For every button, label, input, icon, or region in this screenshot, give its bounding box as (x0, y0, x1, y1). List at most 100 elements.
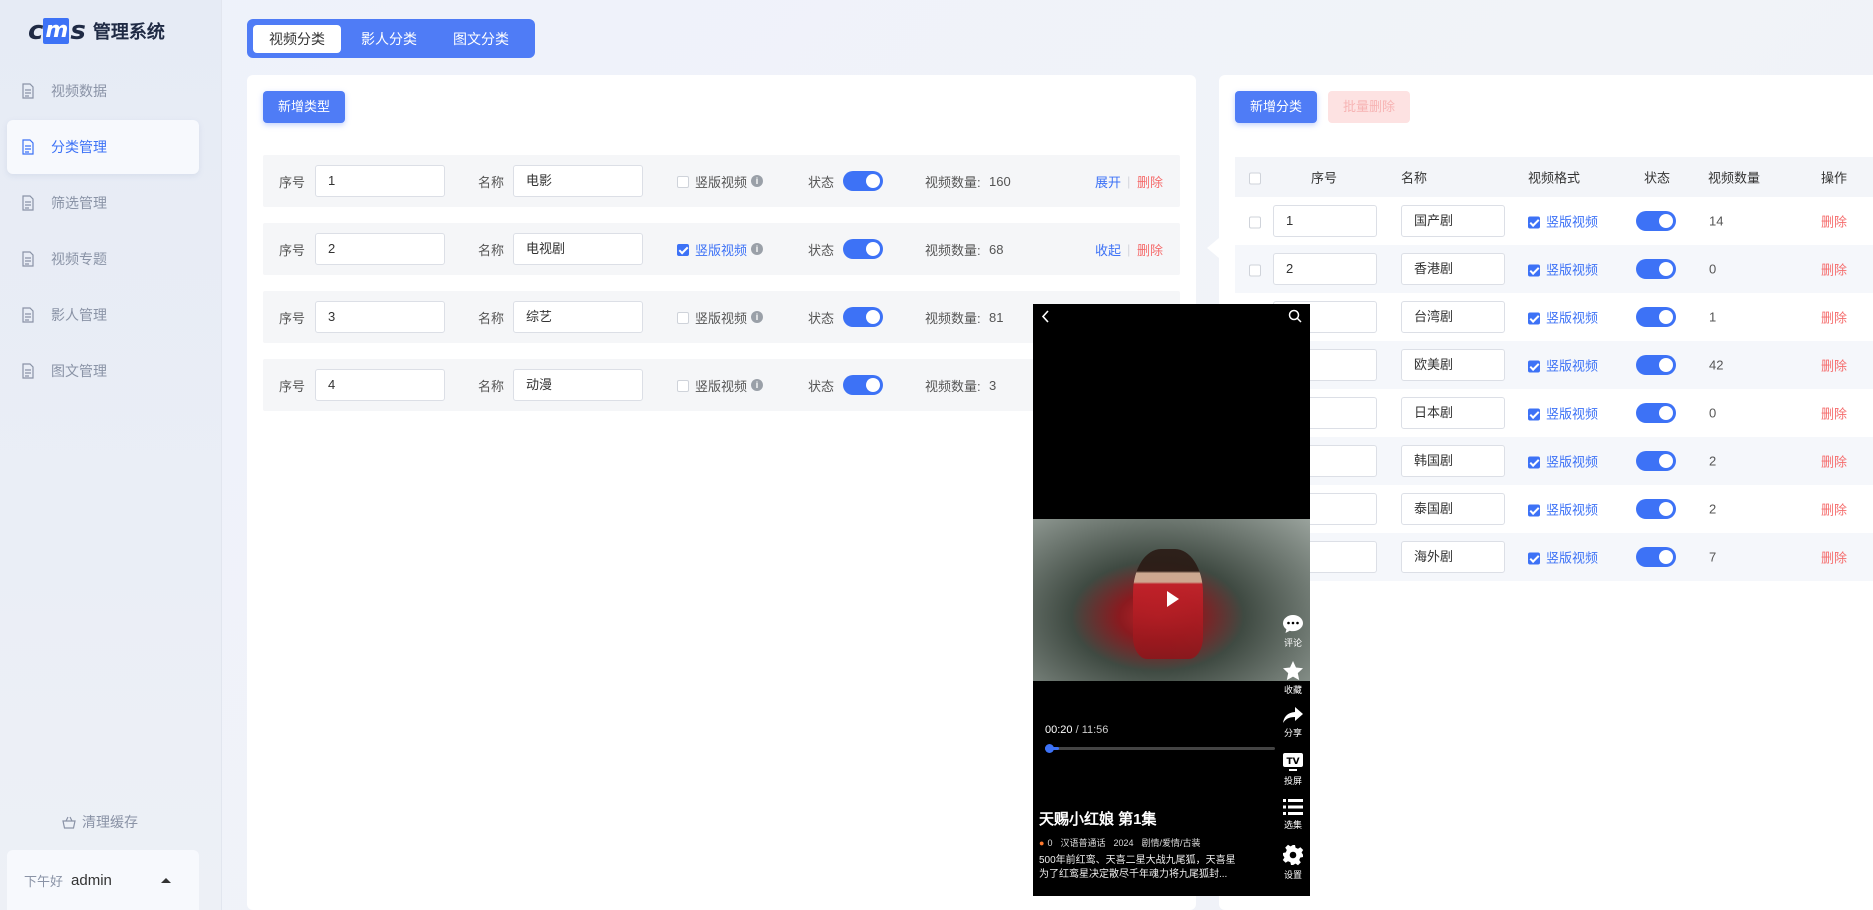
expand-link[interactable]: 展开 (1095, 172, 1121, 191)
user-menu[interactable]: 下午好 admin (7, 850, 199, 910)
format-label: 竖版视频 (1546, 502, 1599, 518)
name-input[interactable]: 海外剧 (1401, 541, 1505, 573)
favorite-button[interactable]: 收藏 (1280, 660, 1306, 695)
vertical-checkbox[interactable] (1528, 502, 1540, 517)
status-switch[interactable] (1636, 259, 1676, 279)
seq-label: 序号 (279, 174, 306, 190)
seq-input[interactable]: 1 (315, 165, 445, 197)
delete-link[interactable]: 删除 (1821, 356, 1847, 375)
status-switch[interactable] (1636, 547, 1676, 567)
name-input[interactable]: 综艺 (513, 301, 643, 333)
status-switch[interactable] (1636, 307, 1676, 327)
vertical-checkbox[interactable] (1528, 550, 1540, 565)
seq-input[interactable]: 2 (1273, 253, 1377, 285)
column-header: 视频格式 (1528, 170, 1581, 186)
settings-button[interactable]: 设置 (1280, 844, 1306, 880)
delete-link[interactable]: 删除 (1821, 212, 1847, 231)
status-switch[interactable] (1636, 403, 1676, 423)
side-actions: 评论 收藏 分享 TV 投屏 选集 设置 (1280, 614, 1306, 890)
delete-link[interactable]: 删除 (1821, 548, 1847, 567)
add-type-button[interactable]: 新增类型 (263, 91, 346, 123)
delete-link[interactable]: 删除 (1821, 260, 1847, 279)
vertical-checkbox[interactable] (1528, 454, 1540, 469)
vertical-checkbox[interactable] (1528, 310, 1540, 325)
vertical-checkbox[interactable] (677, 378, 689, 393)
status-switch[interactable] (843, 171, 883, 191)
progress-bar[interactable] (1045, 744, 1275, 753)
sidebar-item-article-management[interactable]: 图文管理 (7, 344, 199, 398)
vertical-checkbox[interactable] (677, 174, 689, 189)
type-row: 序号 1 名称 电影 竖版视频 i 状态 视频数量: 160 展开 | 删除 (263, 155, 1180, 207)
name-input[interactable]: 韩国剧 (1401, 445, 1505, 477)
tab-people-category[interactable]: 影人分类 (345, 25, 433, 53)
delete-link[interactable]: 删除 (1137, 240, 1163, 259)
seq-input[interactable]: 4 (315, 369, 445, 401)
status-switch[interactable] (1636, 355, 1676, 375)
delete-link[interactable]: 删除 (1821, 452, 1847, 471)
name-label: 名称 (478, 174, 505, 190)
tab-article-category[interactable]: 图文分类 (437, 25, 525, 53)
name-input[interactable]: 国产剧 (1401, 205, 1505, 237)
vertical-checkbox[interactable] (1528, 358, 1540, 373)
vertical-checkbox[interactable] (1528, 262, 1540, 277)
status-switch[interactable] (843, 375, 883, 395)
play-icon[interactable] (1167, 591, 1179, 607)
sidebar-item-filter-management[interactable]: 筛选管理 (7, 176, 199, 230)
fire-icon: ● (1039, 837, 1045, 848)
name-input[interactable]: 日本剧 (1401, 397, 1505, 429)
vertical-checkbox[interactable] (1528, 406, 1540, 421)
share-button[interactable]: 分享 (1280, 706, 1306, 738)
select-all-checkbox[interactable] (1249, 170, 1261, 185)
status-switch[interactable] (1636, 451, 1676, 471)
delete-link[interactable]: 删除 (1821, 308, 1847, 327)
sidebar-item-people-management[interactable]: 影人管理 (7, 288, 199, 342)
name-input[interactable]: 动漫 (513, 369, 643, 401)
status-label: 状态 (808, 378, 835, 394)
meta-language: 汉语普通话 (1060, 838, 1106, 848)
sidebar-item-category-management[interactable]: 分类管理 (7, 120, 199, 174)
current-time: 00:20 (1045, 724, 1073, 736)
name-input[interactable]: 泰国剧 (1401, 493, 1505, 525)
sidebar-item-video-data[interactable]: 视频数据 (7, 64, 199, 118)
name-input[interactable]: 电视剧 (513, 233, 643, 265)
clear-cache-button[interactable]: 清理缓存 (62, 812, 138, 832)
status-switch[interactable] (1636, 211, 1676, 231)
back-icon[interactable] (1041, 310, 1049, 323)
document-icon (22, 363, 34, 379)
comment-button[interactable]: 评论 (1280, 614, 1306, 648)
status-switch[interactable] (1636, 499, 1676, 519)
video-count-value: 14 (1709, 213, 1724, 229)
progress-handle[interactable] (1045, 744, 1054, 753)
delete-link[interactable]: 删除 (1137, 172, 1163, 191)
status-switch[interactable] (843, 307, 883, 327)
cast-button[interactable]: TV 投屏 (1280, 752, 1306, 786)
row-checkbox[interactable] (1249, 214, 1261, 229)
episodes-button[interactable]: 选集 (1280, 798, 1306, 830)
tab-video-category[interactable]: 视频分类 (253, 24, 341, 53)
search-icon[interactable] (1288, 309, 1302, 323)
table-row: 台湾剧 竖版视频 1 删除 (1235, 293, 1873, 341)
video-frame[interactable] (1033, 519, 1310, 681)
delete-link[interactable]: 删除 (1821, 404, 1847, 423)
seq-input[interactable]: 3 (315, 301, 445, 333)
column-header: 序号 (1311, 170, 1338, 186)
name-input[interactable]: 香港剧 (1401, 253, 1505, 285)
vertical-checkbox[interactable] (1528, 214, 1540, 229)
total-time: / 11:56 (1075, 724, 1109, 736)
row-checkbox[interactable] (1249, 262, 1261, 277)
name-input[interactable]: 台湾剧 (1401, 301, 1505, 333)
video-count-value: 0 (1709, 261, 1717, 277)
add-category-button[interactable]: 新增分类 (1235, 91, 1318, 123)
divider: | (1127, 241, 1131, 257)
batch-delete-button[interactable]: 批量删除 (1328, 91, 1411, 123)
delete-link[interactable]: 删除 (1821, 500, 1847, 519)
vertical-checkbox[interactable] (677, 242, 689, 257)
name-input[interactable]: 电影 (513, 165, 643, 197)
vertical-checkbox[interactable] (677, 310, 689, 325)
sidebar-item-video-topics[interactable]: 视频专题 (7, 232, 199, 286)
collapse-link[interactable]: 收起 (1095, 240, 1121, 259)
seq-input[interactable]: 2 (315, 233, 445, 265)
name-input[interactable]: 欧美剧 (1401, 349, 1505, 381)
status-switch[interactable] (843, 239, 883, 259)
seq-input[interactable]: 1 (1273, 205, 1377, 237)
